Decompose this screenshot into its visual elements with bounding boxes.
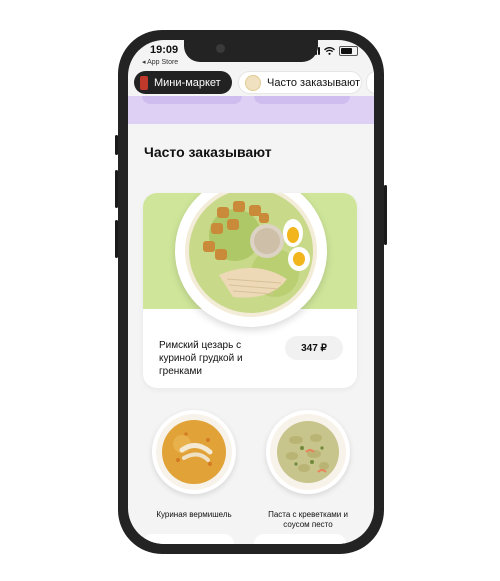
price-button[interactable]: 347 ₽ <box>285 336 343 360</box>
volume-down-button <box>115 220 118 258</box>
category-chips: Мини-маркет Часто заказывают <box>128 70 374 96</box>
shrimp-pesto-pasta-image[interactable] <box>266 410 350 494</box>
chip-mini-market[interactable]: Мини-маркет <box>134 71 232 94</box>
battery-icon <box>339 46 358 56</box>
chicken-noodle-soup-image[interactable] <box>152 410 236 494</box>
back-to-app-store[interactable]: ◂ App Store <box>142 58 178 66</box>
app-screen: 19:09 ◂ App Store Мини-маркет Часто зака… <box>128 40 374 544</box>
wifi-icon <box>324 47 335 55</box>
chip-label: Мини-маркет <box>154 76 221 89</box>
section-title: Часто заказывают <box>144 144 272 160</box>
notch <box>184 40 318 62</box>
power-button <box>384 185 387 245</box>
featured-product-card[interactable]: Римский цезарь с куриной грудкой и гренк… <box>143 193 357 388</box>
chip-next[interactable] <box>366 71 374 94</box>
next-product-card[interactable] <box>254 534 346 544</box>
volume-up-button <box>115 170 118 208</box>
mute-switch <box>115 135 118 155</box>
caesar-salad-image <box>175 193 327 327</box>
clock: 19:09 <box>150 44 179 56</box>
chip-label: Часто заказывают <box>267 76 361 89</box>
band-tab <box>254 96 350 104</box>
product-name: Куриная вермишель <box>156 510 232 519</box>
band-tab <box>142 96 242 104</box>
drink-icon <box>140 75 148 90</box>
product-name: Римский цезарь с куриной грудкой и гренк… <box>159 340 243 377</box>
dish-icon <box>245 74 261 91</box>
chip-frequently-ordered[interactable]: Часто заказывают <box>238 71 362 94</box>
next-product-card[interactable] <box>142 534 234 544</box>
front-camera <box>216 44 225 53</box>
product-name: Паста с креветками и соусом песто <box>268 510 348 529</box>
category-band <box>128 96 374 124</box>
